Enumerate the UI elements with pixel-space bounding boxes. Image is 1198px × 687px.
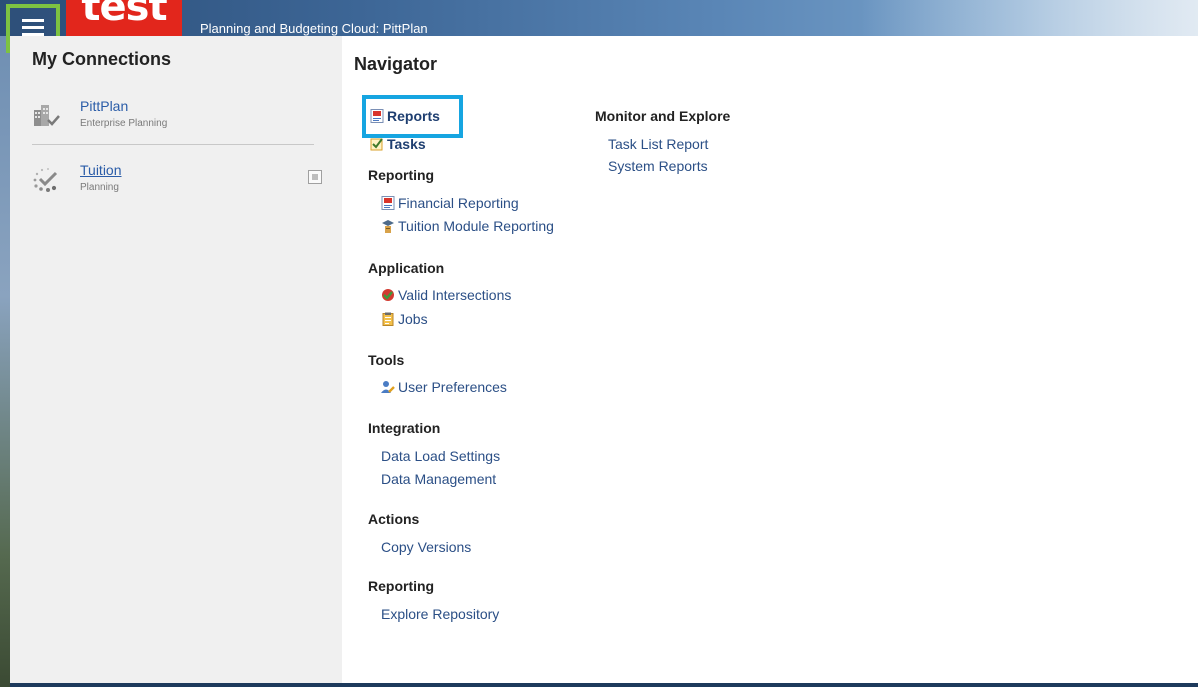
- report-doc-icon: [381, 196, 395, 210]
- my-connections-title: My Connections: [32, 49, 172, 69]
- nav-link-label: Financial Reporting: [398, 195, 519, 211]
- background-edge: [0, 36, 10, 687]
- my-connections-panel: My Connections PittPlan Enterprise Plann…: [10, 36, 342, 683]
- nav-link-label: Tuition Module Reporting: [398, 218, 554, 234]
- planning-check-icon: [33, 168, 58, 192]
- report-doc-icon: [370, 109, 384, 123]
- connection-name[interactable]: Tuition: [80, 162, 122, 178]
- connections-divider: [32, 144, 314, 145]
- section-heading-integration: Integration: [368, 420, 441, 436]
- nav-link-task-list-report[interactable]: Task List Report: [608, 136, 708, 152]
- nav-link-explore-repository[interactable]: Explore Repository: [381, 606, 499, 622]
- nav-link-tuition-module-reporting[interactable]: Tuition Module Reporting: [381, 218, 554, 234]
- brand-logo-text: test: [81, 0, 167, 30]
- nav-link-reports[interactable]: Reports: [370, 108, 440, 124]
- nav-link-label: Reports: [387, 108, 440, 124]
- connection-type: Enterprise Planning: [80, 118, 168, 129]
- section-heading-reporting-2: Reporting: [368, 578, 435, 594]
- task-checkbox-icon: [370, 138, 383, 151]
- section-heading-tools: Tools: [368, 352, 405, 368]
- nav-link-data-management[interactable]: Data Management: [381, 471, 496, 487]
- nav-link-data-load-settings[interactable]: Data Load Settings: [381, 448, 500, 464]
- nav-link-label: Jobs: [398, 311, 428, 327]
- brand-logo: test: [66, 0, 182, 36]
- clipboard-icon: [382, 312, 394, 326]
- nav-link-valid-intersections[interactable]: Valid Intersections: [381, 287, 511, 303]
- nav-link-label: Valid Intersections: [398, 287, 512, 303]
- building-check-icon: [34, 105, 60, 126]
- connection-tuition[interactable]: Tuition Planning: [32, 162, 332, 202]
- connection-type: Planning: [80, 182, 119, 193]
- user-preferences-icon: [381, 381, 395, 393]
- expand-icon[interactable]: [308, 170, 322, 184]
- nav-link-system-reports[interactable]: System Reports: [608, 158, 708, 174]
- banner-mist: [860, 0, 1198, 36]
- nav-link-jobs[interactable]: Jobs: [381, 311, 428, 327]
- nav-link-financial-reporting[interactable]: Financial Reporting: [381, 195, 519, 211]
- app-title: Planning and Budgeting Cloud: PittPlan: [200, 21, 428, 36]
- nav-link-label: Tasks: [387, 136, 426, 152]
- section-heading-reporting: Reporting: [368, 167, 435, 183]
- graduate-icon: [382, 220, 394, 233]
- nav-link-user-preferences[interactable]: User Preferences: [381, 379, 507, 395]
- connection-name[interactable]: PittPlan: [80, 98, 128, 114]
- section-heading-application: Application: [368, 260, 445, 276]
- section-heading-actions: Actions: [368, 511, 420, 527]
- valid-intersections-icon: [382, 289, 394, 301]
- nav-link-label: User Preferences: [398, 379, 507, 395]
- connection-pittplan[interactable]: PittPlan Enterprise Planning: [32, 98, 332, 138]
- nav-link-tasks[interactable]: Tasks: [370, 136, 426, 152]
- nav-link-copy-versions[interactable]: Copy Versions: [381, 539, 471, 555]
- section-heading-monitor-and-explore: Monitor and Explore: [595, 108, 731, 124]
- navigator-title: Navigator: [354, 54, 438, 74]
- top-banner: test Planning and Budgeting Cloud: PittP…: [0, 0, 1198, 36]
- bottom-border: [10, 683, 1198, 687]
